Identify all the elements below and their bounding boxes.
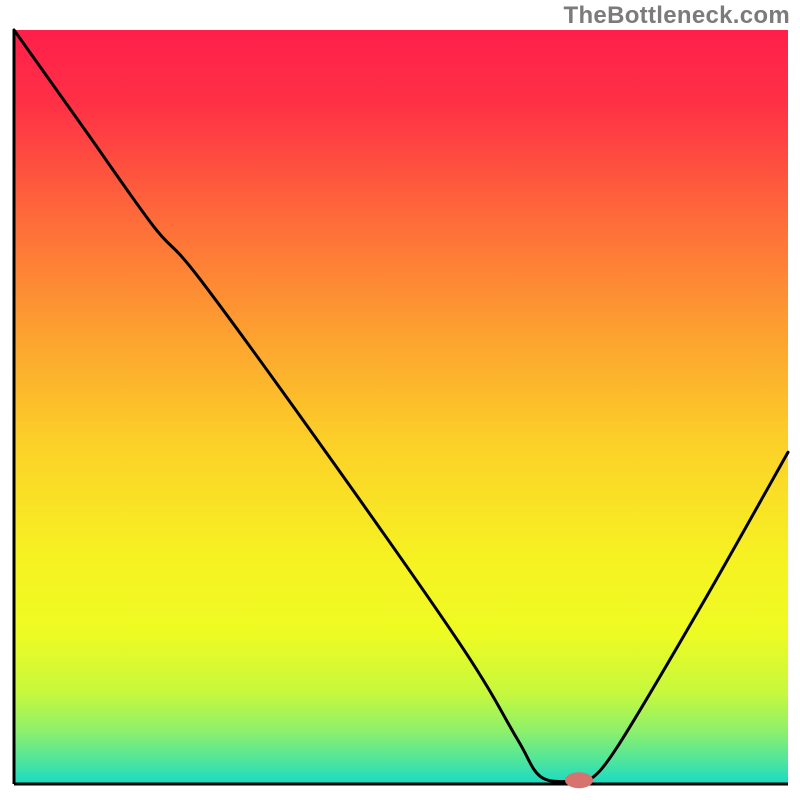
bottleneck-chart bbox=[0, 0, 800, 800]
optimal-point-marker bbox=[565, 772, 593, 788]
chart-container: TheBottleneck.com bbox=[0, 0, 800, 800]
plot-background bbox=[14, 30, 788, 784]
